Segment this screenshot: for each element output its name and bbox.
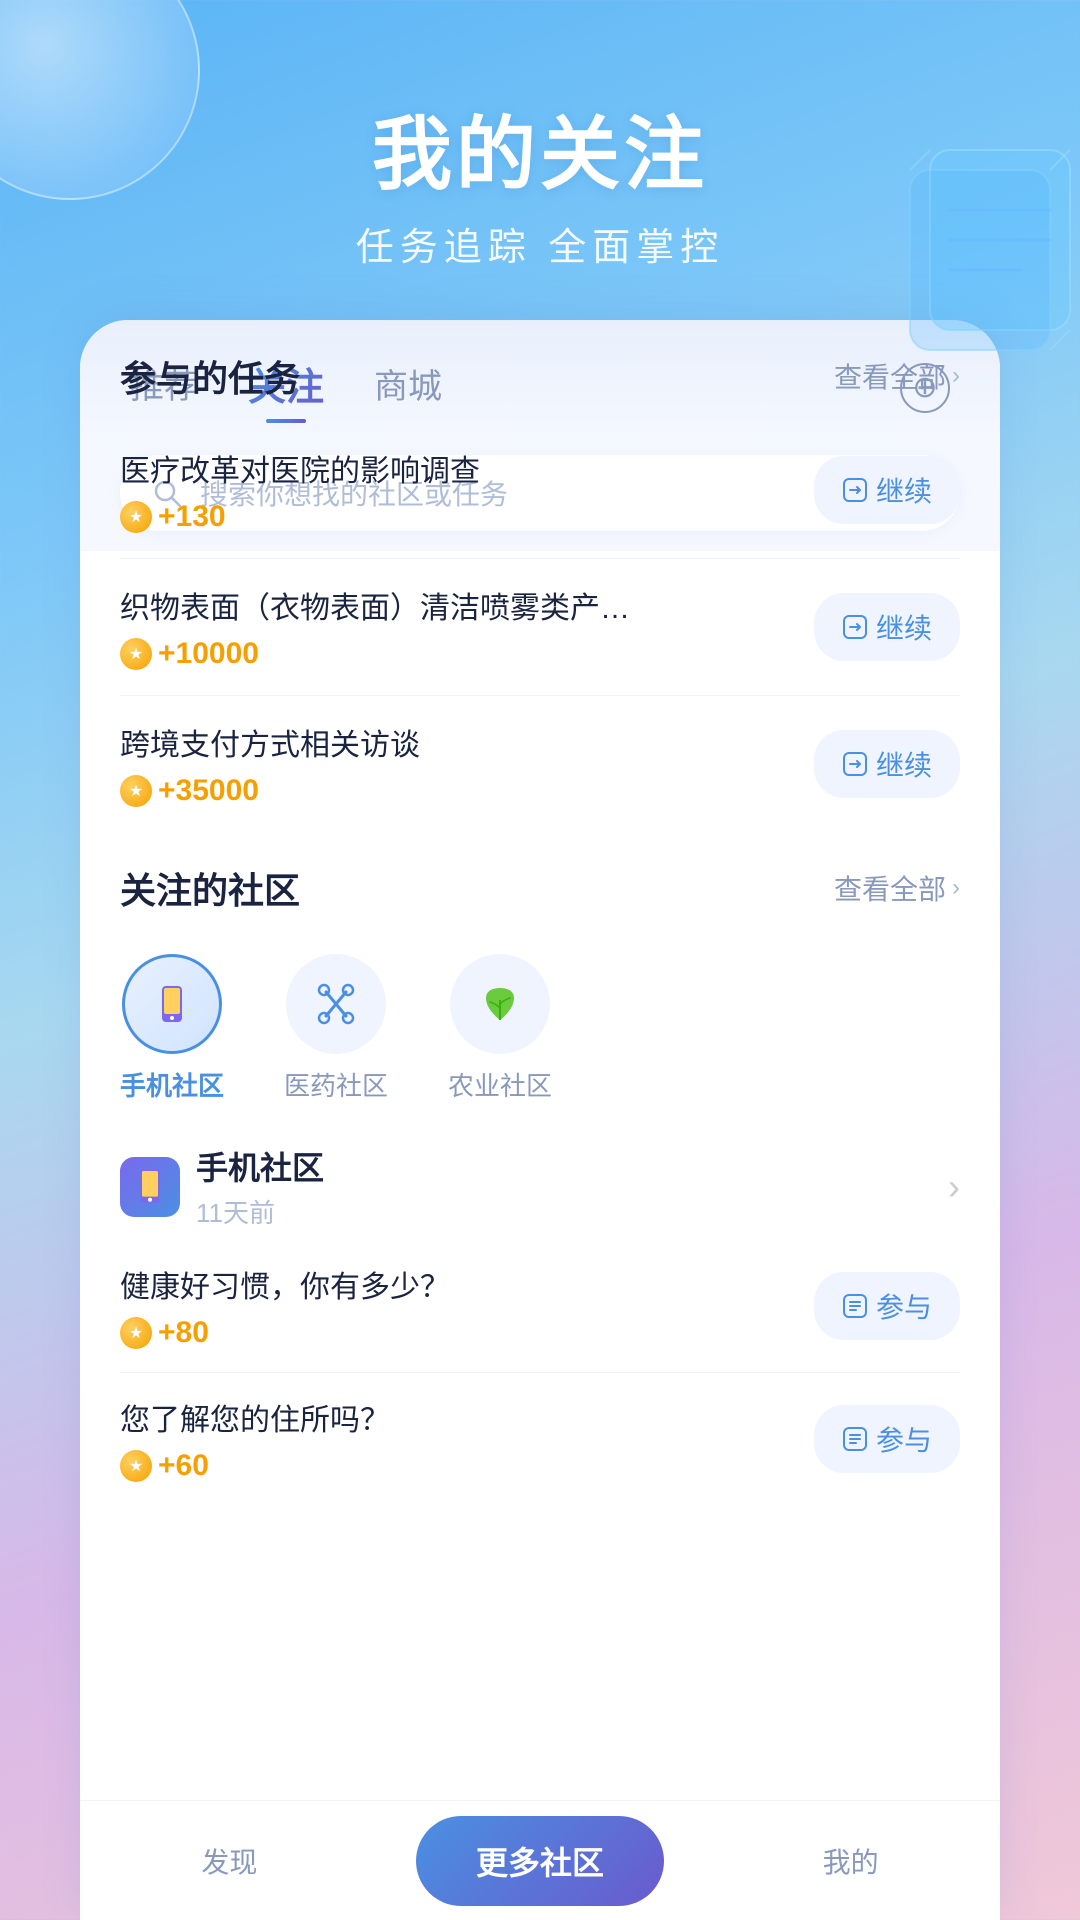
join-icon: [842, 1293, 868, 1319]
task-info: 织物表面（衣物表面）清洁喷雾类产… ★ +10000: [120, 583, 814, 671]
task-title: 织物表面（衣物表面）清洁喷雾类产…: [120, 583, 814, 627]
task-title: 医疗改革对医院的影响调查: [120, 446, 814, 490]
view-all-label: 查看全部: [834, 868, 946, 908]
community-icon-phone[interactable]: 手机社区: [120, 954, 224, 1103]
join-label-1: 参与: [876, 1286, 932, 1326]
nav-discover-label: 发现: [201, 1841, 257, 1881]
more-community-label: 更多社区: [476, 1838, 604, 1884]
task-item: 医疗改革对医院的影响调查 ★ +130 继续: [120, 422, 960, 559]
communities-section-title: 关注的社区: [120, 862, 300, 914]
community-name: 手机社区: [196, 1143, 324, 1189]
continue-label-1: 继续: [876, 470, 932, 510]
medical-community-icon: [312, 980, 360, 1028]
card-content: 参与的任务 查看全部 › 医疗改革对医院的影响调查 ★ +130: [80, 320, 1000, 1800]
page-subtitle: 任务追踪 全面掌控: [0, 216, 1080, 271]
survey-title: 您了解您的住所吗？: [120, 1395, 814, 1439]
nav-mine-label: 我的: [823, 1841, 879, 1881]
continue-label-3: 继续: [876, 744, 932, 784]
survey-info: 健康好习惯，你有多少？ ★ +80: [120, 1262, 814, 1350]
task-reward: ★ +130: [120, 500, 814, 534]
survey-item: 健康好习惯，你有多少？ ★ +80 参与: [120, 1240, 960, 1373]
survey-reward: ★ +60: [120, 1449, 814, 1483]
continue-icon: [842, 614, 868, 640]
phone-community-circle: [122, 954, 222, 1054]
task-item: 跨境支付方式相关访谈 ★ +35000 继续: [120, 696, 960, 832]
bottom-nav: 发现 更多社区 我的: [80, 1800, 1000, 1920]
continue-icon: [842, 477, 868, 503]
followed-communities-section: 关注的社区 查看全部 › 手机社区: [80, 842, 1000, 1123]
agriculture-community-label: 农业社区: [448, 1066, 552, 1103]
continue-button-3[interactable]: 继续: [814, 730, 960, 798]
reward-amount: +60: [158, 1449, 209, 1483]
more-community-button[interactable]: 更多社区: [416, 1816, 664, 1906]
continue-icon: [842, 751, 868, 777]
survey-title: 健康好习惯，你有多少？: [120, 1262, 814, 1306]
community-info: 手机社区 11天前: [196, 1143, 324, 1230]
reward-amount: +10000: [158, 637, 259, 671]
join-icon: [842, 1426, 868, 1452]
phone-community-icon: [148, 980, 196, 1028]
join-button-1[interactable]: 参与: [814, 1272, 960, 1340]
survey-item: 您了解您的住所吗？ ★ +60 参与: [120, 1373, 960, 1505]
task-info: 医疗改革对医院的影响调查 ★ +130: [120, 446, 814, 534]
communities-section-header: 关注的社区 查看全部 ›: [120, 862, 960, 914]
community-avatar: [120, 1157, 180, 1217]
tasks-section-header: 参与的任务 查看全部 ›: [120, 350, 960, 402]
community-icon-agriculture[interactable]: 农业社区: [448, 954, 552, 1103]
community-icon-medical[interactable]: 医药社区: [284, 954, 388, 1103]
community-name-row[interactable]: 手机社区 11天前: [120, 1143, 324, 1230]
page-title: 我的关注: [0, 90, 1080, 206]
survey-reward: ★ +80: [120, 1316, 814, 1350]
nav-center-item[interactable]: 更多社区: [359, 1816, 721, 1906]
medical-community-label: 医药社区: [284, 1066, 388, 1103]
nav-item-mine[interactable]: 我的: [721, 1841, 980, 1881]
task-title: 跨境支付方式相关访谈: [120, 720, 814, 764]
join-button-2[interactable]: 参与: [814, 1405, 960, 1473]
join-label-2: 参与: [876, 1419, 932, 1459]
agriculture-community-circle: [450, 954, 550, 1054]
coin-icon: ★: [120, 1450, 152, 1482]
communities-view-all-link[interactable]: 查看全部 ›: [834, 868, 960, 908]
task-item: 织物表面（衣物表面）清洁喷雾类产… ★ +10000 继续: [120, 559, 960, 696]
community-avatar-icon: [126, 1163, 174, 1211]
community-icons-row: 手机社区 医药社区: [120, 934, 960, 1113]
participated-tasks-section: 参与的任务 查看全部 › 医疗改革对医院的影响调查 ★ +130: [80, 320, 1000, 842]
survey-info: 您了解您的住所吗？ ★ +60: [120, 1395, 814, 1483]
task-reward: ★ +35000: [120, 774, 814, 808]
task-info: 跨境支付方式相关访谈 ★ +35000: [120, 720, 814, 808]
community-time: 11天前: [196, 1193, 324, 1230]
phone-community-label: 手机社区: [120, 1066, 224, 1103]
coin-icon: ★: [120, 501, 152, 533]
agriculture-community-icon: [476, 980, 524, 1028]
header-section: 我的关注 任务追踪 全面掌控: [0, 0, 1080, 311]
community-feed: 手机社区 11天前 › 健康好习惯，你有多少？ ★ +80: [80, 1123, 1000, 1505]
continue-button-2[interactable]: 继续: [814, 593, 960, 661]
reward-amount: +130: [158, 500, 226, 534]
tasks-section-title: 参与的任务: [120, 350, 300, 402]
coin-icon: ★: [120, 638, 152, 670]
community-header-row: 手机社区 11天前 ›: [120, 1123, 960, 1240]
coin-icon: ★: [120, 1317, 152, 1349]
main-card: 推荐 关注 商城 ⊕ 搜索你想找的社区或任务 参与的任务 查看全部 ›: [80, 320, 1000, 1920]
continue-label-2: 继续: [876, 607, 932, 647]
reward-amount: +80: [158, 1316, 209, 1350]
task-reward: ★ +10000: [120, 637, 814, 671]
chevron-right-icon: ›: [952, 874, 960, 902]
nav-item-discover[interactable]: 发现: [100, 1841, 359, 1881]
reward-amount: +35000: [158, 774, 259, 808]
medical-community-circle: [286, 954, 386, 1054]
community-chevron-icon[interactable]: ›: [948, 1166, 960, 1208]
continue-button-1[interactable]: 继续: [814, 456, 960, 524]
coin-icon: ★: [120, 775, 152, 807]
